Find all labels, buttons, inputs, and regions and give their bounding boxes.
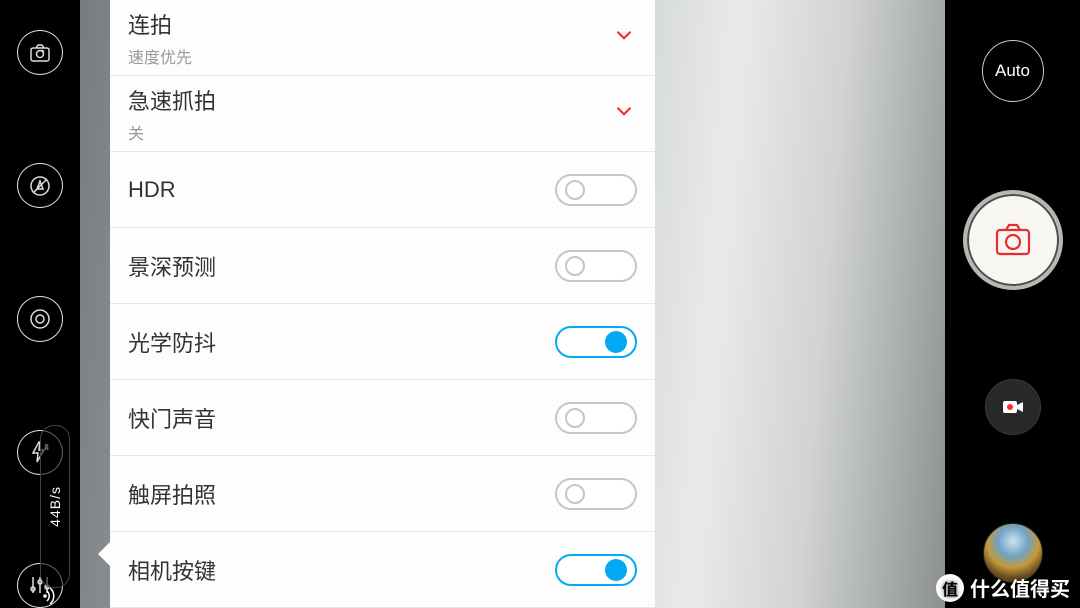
settings-row-subtitle: 速度优先 <box>128 44 192 68</box>
settings-row-titles: 快门声音 <box>128 402 216 434</box>
settings-row-titles: 景深预测 <box>128 250 216 282</box>
settings-row-titles: 光学防抖 <box>128 326 216 358</box>
settings-row[interactable]: HDR <box>110 152 655 228</box>
traffic-rate-label: 44B/s <box>47 486 63 527</box>
settings-row-titles: 触屏拍照 <box>128 478 216 510</box>
settings-row-title: 光学防抖 <box>128 326 216 358</box>
auto-mode-label: Auto <box>995 61 1030 81</box>
shutter-camera-icon <box>991 218 1035 262</box>
shutter-button[interactable] <box>963 190 1063 290</box>
camera-app-screen: 44B/s 连拍速度优先急速抓拍关 HDR 景深预测光学防抖快门声音触屏拍照相机按键… <box>0 0 1080 608</box>
video-camera-icon <box>1000 394 1026 420</box>
target-icon <box>28 307 52 331</box>
settings-row-title: 景深预测 <box>128 250 216 282</box>
switch-camera-button[interactable] <box>17 30 63 75</box>
toggle-knob <box>605 331 627 353</box>
settings-row[interactable]: 急速抓拍关 <box>110 76 655 152</box>
toggle-knob <box>565 408 585 428</box>
location-off-button[interactable] <box>17 163 63 208</box>
settings-row-titles: 相机按键 <box>128 554 216 586</box>
settings-row-titles: 急速抓拍关 <box>128 84 216 144</box>
settings-row-title: 急速抓拍 <box>128 84 216 116</box>
compass-off-icon <box>28 174 52 198</box>
toggle-switch[interactable] <box>555 402 637 434</box>
watermark-badge: 值 <box>936 574 964 602</box>
toggle-switch[interactable] <box>555 478 637 510</box>
toggle-knob <box>565 256 585 276</box>
settings-row-subtitle: 关 <box>128 120 216 144</box>
chevron-down-icon <box>611 98 637 129</box>
settings-row-title: 相机按键 <box>128 554 216 586</box>
toggle-switch[interactable] <box>555 250 637 282</box>
settings-row-titles: 连拍速度优先 <box>128 8 192 68</box>
target-button[interactable] <box>17 296 63 341</box>
toggle-knob <box>605 559 627 581</box>
settings-row-titles: HDR <box>128 177 176 203</box>
settings-row[interactable]: 光学防抖 <box>110 304 655 380</box>
right-toolbar: Auto <box>945 0 1080 608</box>
video-record-button[interactable] <box>985 379 1041 435</box>
settings-row-title: 触屏拍照 <box>128 478 216 510</box>
camera-settings-panel[interactable]: 连拍速度优先急速抓拍关 HDR 景深预测光学防抖快门声音触屏拍照相机按键 <box>110 0 655 608</box>
settings-row-title: 连拍 <box>128 8 192 40</box>
settings-row[interactable]: 触屏拍照 <box>110 456 655 532</box>
settings-row[interactable]: 相机按键 <box>110 532 655 608</box>
watermark-text: 什么值得买 <box>970 573 1070 602</box>
settings-row-title: HDR <box>128 177 176 203</box>
watermark: 值 什么值得买 <box>936 573 1070 602</box>
settings-row-title: 快门声音 <box>128 402 216 434</box>
toggle-switch[interactable] <box>555 326 637 358</box>
settings-row[interactable]: 景深预测 <box>110 228 655 304</box>
auto-mode-button[interactable]: Auto <box>982 40 1044 102</box>
camera-rotate-icon <box>28 41 52 65</box>
toggle-switch[interactable] <box>555 174 637 206</box>
toggle-switch[interactable] <box>555 554 637 586</box>
settings-row[interactable]: 快门声音 <box>110 380 655 456</box>
wifi-indicator-icon <box>42 587 66 608</box>
toggle-knob <box>565 180 585 200</box>
toggle-knob <box>565 484 585 504</box>
settings-row[interactable]: 连拍速度优先 <box>110 0 655 76</box>
network-traffic-pill: 44B/s <box>40 425 70 588</box>
chevron-down-icon <box>611 22 637 53</box>
